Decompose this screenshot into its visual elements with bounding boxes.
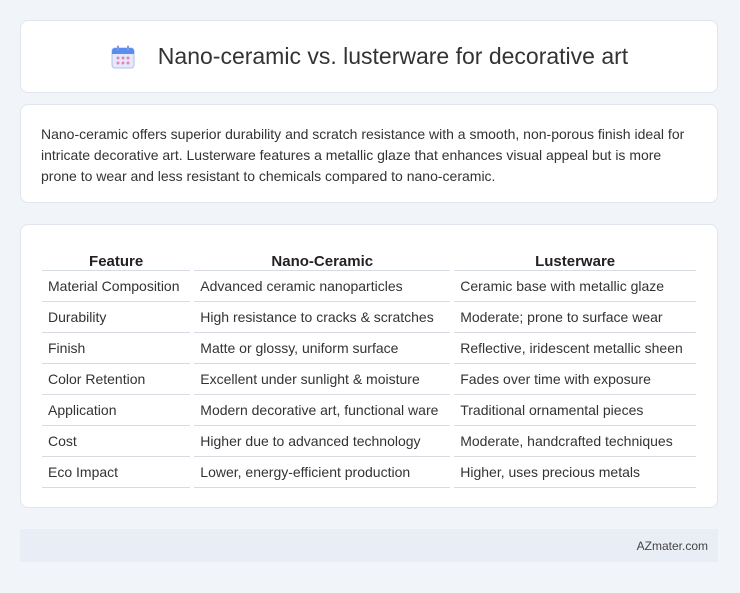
nano-ceramic-cell: Lower, energy-efficient production: [194, 457, 451, 488]
lusterware-cell: Ceramic base with metallic glaze: [454, 271, 696, 302]
lusterware-cell: Higher, uses precious metals: [454, 457, 696, 488]
nano-ceramic-cell: High resistance to cracks & scratches: [194, 302, 451, 333]
nano-ceramic-cell: Higher due to advanced technology: [194, 426, 451, 457]
calendar-icon: [111, 45, 135, 68]
nano-ceramic-cell: Excellent under sunlight & moisture: [194, 364, 451, 395]
footer-bar: AZmater.com: [20, 529, 718, 562]
lusterware-cell: Traditional ornamental pieces: [454, 395, 696, 426]
comparison-table: Feature Nano-Ceramic Lusterware Material…: [38, 245, 700, 488]
lusterware-cell: Reflective, iridescent metallic sheen: [454, 333, 696, 364]
title-wrap: Nano-ceramic vs. lusterware for decorati…: [110, 43, 628, 70]
table-row: Eco Impact Lower, energy-efficient produ…: [42, 457, 696, 488]
feature-cell: Cost: [42, 426, 191, 457]
feature-cell: Eco Impact: [42, 457, 191, 488]
feature-cell: Color Retention: [42, 364, 191, 395]
table-row: Durability High resistance to cracks & s…: [42, 302, 696, 333]
title-card: Nano-ceramic vs. lusterware for decorati…: [20, 20, 718, 93]
nano-ceramic-cell: Advanced ceramic nanoparticles: [194, 271, 451, 302]
lusterware-cell: Moderate; prone to surface wear: [454, 302, 696, 333]
table-row: Finish Matte or glossy, uniform surface …: [42, 333, 696, 364]
table-header-row: Feature Nano-Ceramic Lusterware: [42, 245, 696, 271]
lusterware-cell: Fades over time with exposure: [454, 364, 696, 395]
table-row: Application Modern decorative art, funct…: [42, 395, 696, 426]
column-header-nano-ceramic: Nano-Ceramic: [194, 245, 451, 271]
summary-card: Nano-ceramic offers superior durability …: [20, 104, 718, 203]
footer-site-link[interactable]: AZmater.com: [637, 539, 708, 553]
column-header-feature: Feature: [42, 245, 191, 271]
nano-ceramic-cell: Matte or glossy, uniform surface: [194, 333, 451, 364]
feature-cell: Material Composition: [42, 271, 191, 302]
nano-ceramic-cell: Modern decorative art, functional ware: [194, 395, 451, 426]
feature-cell: Application: [42, 395, 191, 426]
feature-cell: Durability: [42, 302, 191, 333]
comparison-card: Feature Nano-Ceramic Lusterware Material…: [20, 224, 718, 508]
table-row: Color Retention Excellent under sunlight…: [42, 364, 696, 395]
page-title: Nano-ceramic vs. lusterware for decorati…: [157, 43, 629, 69]
summary-text: Nano-ceramic offers superior durability …: [41, 126, 685, 184]
feature-cell: Finish: [42, 333, 191, 364]
column-header-lusterware: Lusterware: [454, 245, 696, 271]
table-row: Cost Higher due to advanced technology M…: [42, 426, 696, 457]
lusterware-cell: Moderate, handcrafted techniques: [454, 426, 696, 457]
table-row: Material Composition Advanced ceramic na…: [42, 271, 696, 302]
